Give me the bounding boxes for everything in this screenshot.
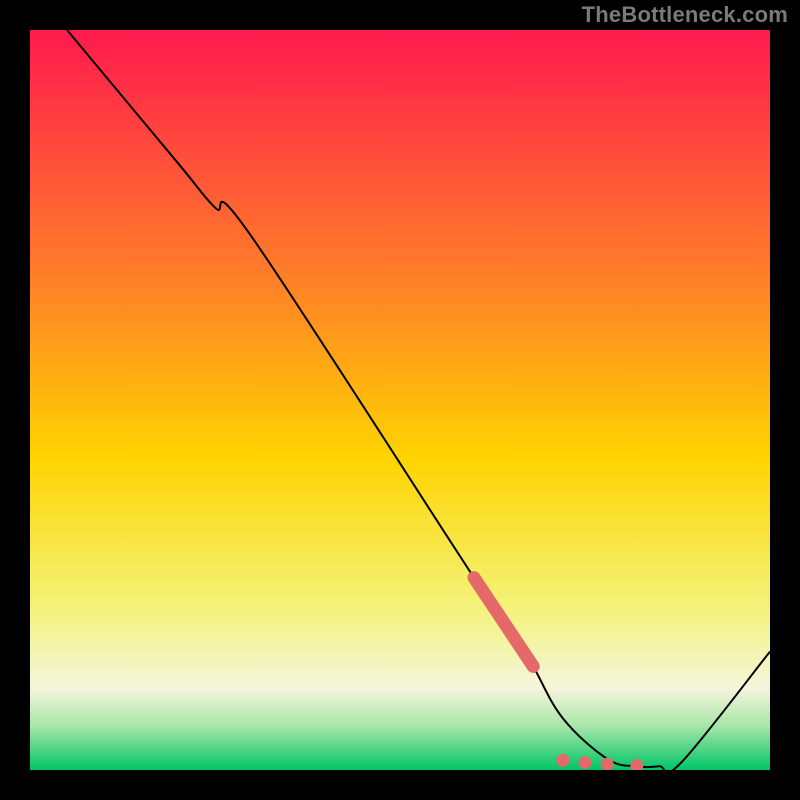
bottleneck-curve-plot (30, 30, 770, 770)
highlight-dot (556, 754, 569, 767)
watermark-text: TheBottleneck.com (582, 2, 788, 28)
chart-container: TheBottleneck.com (0, 0, 800, 800)
highlight-dot (601, 758, 614, 770)
gradient-background (30, 30, 770, 770)
highlight-dot (579, 756, 592, 769)
